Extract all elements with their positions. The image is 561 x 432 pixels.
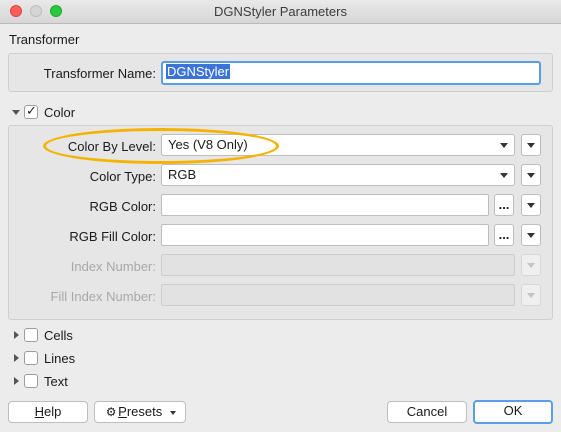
help-button[interactable]: Help (8, 401, 88, 423)
color-by-level-select[interactable]: Yes (V8 Only) (161, 134, 515, 156)
cells-section-label: Cells (44, 328, 73, 343)
presets-button[interactable]: ⚙ Presets (94, 401, 186, 423)
dropdown-caret-icon (500, 173, 508, 178)
cells-checkbox[interactable] (24, 328, 38, 342)
fill-index-number-input (161, 284, 515, 306)
checkmark-icon: ✓ (26, 103, 37, 118)
color-by-level-menu-button[interactable] (521, 134, 541, 156)
rgb-fill-color-picker-button[interactable]: ... (494, 224, 514, 246)
rgb-color-label: RGB Color: (89, 199, 156, 214)
help-label-rest: elp (44, 404, 62, 419)
presets-mnemonic: P (118, 404, 127, 419)
transformer-name-value: DGNStyler (166, 64, 231, 79)
help-mnemonic: H (34, 404, 45, 419)
chevron-down-icon (527, 203, 535, 208)
chevron-down-icon (527, 173, 535, 178)
window-title: DGNStyler Parameters (214, 4, 347, 19)
text-section-label: Text (44, 374, 68, 389)
color-type-menu-button[interactable] (521, 164, 541, 186)
dropdown-caret-icon (500, 143, 508, 148)
ok-button[interactable]: OK (473, 400, 553, 424)
chevron-down-icon (527, 293, 535, 298)
text-expand-arrow-icon[interactable] (14, 377, 19, 385)
chevron-down-icon (527, 233, 535, 238)
lines-expand-arrow-icon[interactable] (14, 354, 19, 362)
rgb-fill-color-menu-button[interactable] (521, 224, 541, 246)
gear-icon: ⚙ (105, 405, 117, 419)
rgb-color-menu-button[interactable] (521, 194, 541, 216)
color-type-label: Color Type: (89, 169, 156, 184)
ellipsis-icon: ... (498, 197, 510, 212)
index-number-input (161, 254, 515, 276)
presets-label-rest: resets (126, 404, 163, 419)
index-number-menu-button (521, 254, 541, 276)
chevron-down-icon (527, 263, 535, 268)
ellipsis-icon: ... (498, 227, 510, 242)
color-expand-arrow-icon[interactable] (12, 110, 20, 115)
rgb-color-input[interactable] (161, 194, 489, 216)
color-section-label: Color (44, 105, 76, 120)
fill-index-number-menu-button (521, 284, 541, 306)
title-bar: DGNStyler Parameters (0, 0, 561, 24)
transformer-section-label: Transformer (9, 32, 80, 47)
lines-section-label: Lines (44, 351, 76, 366)
color-type-select[interactable]: RGB (161, 164, 515, 186)
color-by-level-value: Yes (V8 Only) (168, 137, 248, 152)
cells-expand-arrow-icon[interactable] (14, 331, 19, 339)
rgb-fill-color-input[interactable] (161, 224, 489, 246)
index-number-label: Index Number: (70, 259, 156, 274)
transformer-name-input[interactable]: DGNStyler (161, 61, 541, 85)
color-by-level-label: Color By Level: (67, 139, 156, 154)
text-checkbox[interactable] (24, 374, 38, 388)
rgb-fill-color-label: RGB Fill Color: (69, 229, 156, 244)
rgb-color-picker-button[interactable]: ... (494, 194, 514, 216)
cancel-button[interactable]: Cancel (387, 401, 467, 423)
lines-checkbox[interactable] (24, 351, 38, 365)
fill-index-number-label: Fill Index Number: (50, 289, 156, 304)
transformer-name-label: Transformer Name: (43, 66, 156, 81)
chevron-down-icon (169, 410, 176, 415)
chevron-down-icon (527, 143, 535, 148)
color-checkbox[interactable]: ✓ (24, 103, 38, 119)
color-type-value: RGB (168, 167, 197, 182)
